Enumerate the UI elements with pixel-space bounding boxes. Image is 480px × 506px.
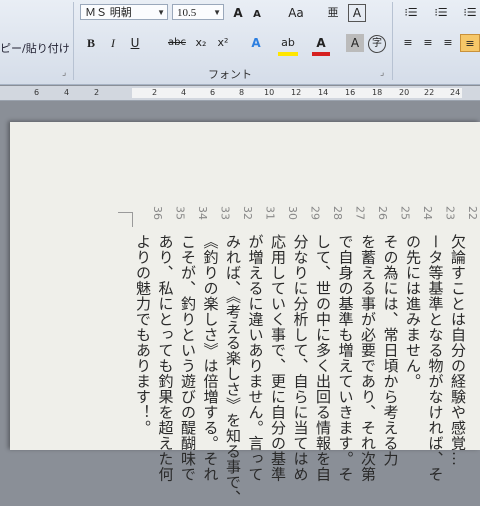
align-left-icon[interactable]: ≡ (400, 34, 416, 52)
chevron-down-icon[interactable]: ▼ (213, 5, 221, 21)
bold-button[interactable]: B (84, 34, 98, 52)
line-number: 32 (241, 206, 254, 220)
ruler-tick: 2 (152, 88, 158, 97)
group-separator (392, 2, 393, 80)
ruler-tick: 14 (318, 88, 329, 97)
underline-button[interactable]: U (128, 34, 142, 52)
text-column[interactable]: で自身の基準も増えていきます。そ (336, 234, 357, 482)
text-column[interactable]: あり、私にとっても釣果を超えた何 (156, 234, 177, 482)
line-number: 25 (398, 206, 412, 220)
char-border-button[interactable]: A (348, 4, 366, 22)
strikethrough-button[interactable]: abc (166, 34, 188, 52)
line-number: 29 (308, 206, 322, 220)
font-size-value: 10.5 (177, 7, 197, 19)
paste-label[interactable]: ピー/貼り付け (0, 40, 70, 56)
text-column[interactable]: みれば、《考える楽しさ》を知る事で、 (223, 234, 244, 506)
text-column[interactable]: 分なりに分析して、自らに当てはめ (291, 234, 312, 482)
ruler-tick: 6 (34, 88, 40, 97)
text-column[interactable]: 欠論すことは自分の経験や感覚… (448, 234, 469, 467)
text-column[interactable]: の先には進みません。 (403, 234, 424, 389)
superscript-button[interactable]: x² (214, 34, 232, 52)
ruler-tick: 10 (264, 88, 275, 97)
font-name-combo[interactable]: ＭＳ 明朝 ▼ (80, 4, 168, 20)
ruler-tick: 4 (181, 88, 187, 97)
line-number: 26 (376, 206, 389, 220)
text-column[interactable]: 応用していく事で、更に自分の基準 (268, 234, 289, 482)
line-number: 22 (466, 206, 479, 220)
align-right-icon[interactable]: ≡ (440, 34, 456, 52)
line-number: 27 (353, 206, 367, 220)
font-size-combo[interactable]: 10.5 ▼ (172, 4, 224, 20)
horizontal-ruler[interactable]: 6 4 2 2 4 6 8 10 12 14 16 18 20 22 24 (0, 86, 480, 101)
justify-icon[interactable]: ≡ (460, 34, 480, 52)
line-number: 33 (218, 206, 232, 220)
ruler-tick: 24 (450, 88, 461, 97)
ruler-tick: 16 (345, 88, 356, 97)
ruler-tick: 8 (239, 88, 245, 97)
enclose-char-button[interactable]: 字 (368, 35, 386, 53)
grow-font-button[interactable]: A (230, 4, 246, 22)
text-column[interactable]: よりの魅力でもあります！。 (133, 234, 154, 436)
ruler-tick: 2 (94, 88, 100, 97)
font-name-value: ＭＳ 明朝 (85, 7, 132, 19)
text-effect-button[interactable]: A (246, 34, 266, 52)
line-number: 24 (421, 206, 434, 220)
highlight-button[interactable]: ab (278, 34, 298, 56)
text-column[interactable]: して、世の中に多く出回る情報を自 (313, 234, 334, 482)
text-column[interactable]: 《釣りの楽しさ》は倍増する。それ (201, 234, 222, 482)
font-group-label: フォント (208, 68, 252, 81)
numbering-icon[interactable]: ⁝☰ (430, 4, 452, 22)
chevron-down-icon[interactable]: ▼ (157, 5, 165, 21)
ruler-tick: 18 (372, 88, 383, 97)
document-page[interactable]: 22 欠論すことは自分の経験や感覚… 23 ータ等基準となる物がなければ、そ 24 の先に… (10, 122, 480, 506)
text-column[interactable]: が増えるに違いありません。言って (246, 234, 267, 482)
text-column[interactable]: ータ等基準となる物がなければ、そ (426, 234, 447, 482)
font-launcher-icon[interactable]: ⌟ (380, 68, 384, 78)
ruler-tick: 12 (291, 88, 302, 97)
clipboard-launcher-icon[interactable]: ⌟ (62, 68, 66, 78)
ruler-tick: 4 (64, 88, 70, 97)
ruler-tick: 20 (399, 88, 410, 97)
text-column[interactable]: を蓄える事が必要であり、それ次第 (358, 234, 379, 482)
char-shading-button[interactable]: A (346, 34, 364, 52)
font-color-button[interactable]: A (312, 34, 330, 56)
line-number: 35 (173, 206, 187, 220)
phonetic-guide-button[interactable]: 亜 (324, 4, 342, 22)
bullets-icon[interactable]: ⁝☰ (400, 4, 422, 22)
text-column[interactable]: こそが、釣りという遊びの醍醐味で (178, 234, 199, 482)
change-case-button[interactable]: Aa (284, 4, 308, 22)
ruler-tick: 6 (210, 88, 216, 97)
ribbon: ピー/貼り付け ⌟ ＭＳ 明朝 ▼ 10.5 ▼ A A Aa 亜 A B I … (0, 0, 480, 85)
ruler-tick: 22 (424, 88, 435, 97)
align-center-icon[interactable]: ≡ (420, 34, 436, 52)
line-number: 36 (151, 206, 164, 220)
italic-button[interactable]: I (106, 34, 120, 52)
line-number: 28 (331, 206, 344, 220)
line-number: 34 (196, 206, 209, 220)
multilevel-list-icon[interactable]: ⁝☰ (460, 4, 480, 22)
line-number: 31 (263, 206, 277, 220)
subscript-button[interactable]: x₂ (192, 34, 210, 52)
shrink-font-button[interactable]: A (250, 6, 264, 24)
line-number: 30 (286, 206, 299, 220)
group-separator (73, 2, 74, 80)
text-column[interactable]: その為には、常日頃から考える力 (381, 234, 402, 467)
margin-corner-mark (118, 212, 133, 227)
line-number: 23 (443, 206, 457, 220)
